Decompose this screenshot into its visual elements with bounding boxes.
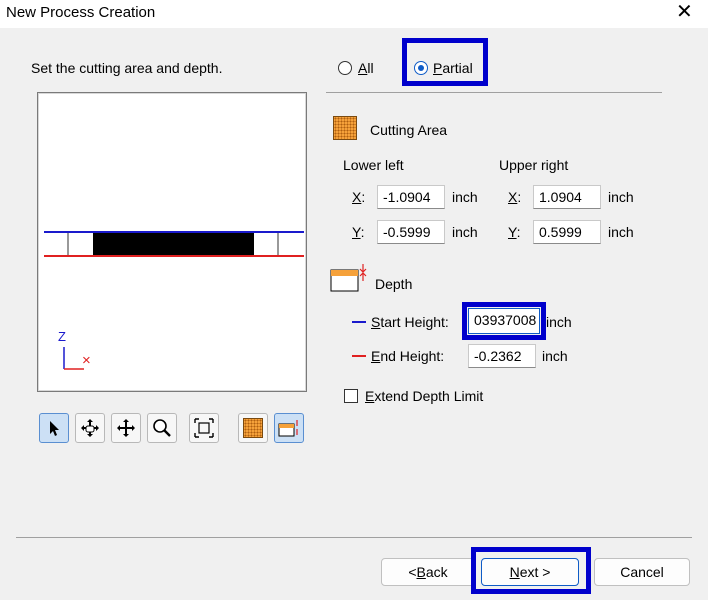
window-title: New Process Creation <box>6 4 156 21</box>
preview-drawing <box>44 231 304 370</box>
cutting-area-icon <box>333 116 357 140</box>
preview-canvas[interactable]: Z × <box>37 92 307 392</box>
pan-tool-button[interactable] <box>75 413 105 443</box>
upper-right-y-unit: inch <box>608 224 634 240</box>
all-label[interactable]: All <box>358 60 374 76</box>
axis-z-label: Z <box>58 329 66 344</box>
end-height-line-swatch <box>352 355 366 357</box>
extend-depth-label[interactable]: Extend Depth Limit <box>365 388 483 404</box>
lower-left-label: Lower left <box>343 157 404 173</box>
move-icon <box>117 419 135 437</box>
fit-tool-button[interactable] <box>189 413 219 443</box>
lower-left-y-label: Y: <box>352 224 365 240</box>
select-tool-button[interactable] <box>39 413 69 443</box>
axis-x-label: × <box>82 352 91 369</box>
upper-right-y-input[interactable]: 0.5999 <box>533 220 601 244</box>
upper-right-x-label: X: <box>508 189 522 205</box>
next-button[interactable]: Next > <box>481 558 579 586</box>
start-height-label: Start Height: <box>371 314 449 330</box>
extend-depth-checkbox[interactable] <box>344 389 358 403</box>
move-tool-button[interactable] <box>111 413 141 443</box>
cancel-button[interactable]: Cancel <box>594 558 690 586</box>
close-button[interactable]: ✕ <box>676 1 693 23</box>
lower-left-x-input[interactable]: -1.0904 <box>377 185 445 209</box>
top-separator <box>326 92 662 93</box>
upper-right-x-input[interactable]: 1.0904 <box>533 185 601 209</box>
all-radio[interactable] <box>338 61 352 75</box>
lower-left-x-label: X: <box>352 189 366 205</box>
lower-left-y-unit: inch <box>452 224 478 240</box>
end-height-unit: inch <box>542 348 568 364</box>
end-height-label: End Height: <box>371 348 445 364</box>
depth-icon <box>330 264 367 292</box>
bottom-separator <box>16 537 692 538</box>
lower-left-y-input[interactable]: -0.5999 <box>377 220 445 244</box>
cutting-area-tool-button[interactable] <box>238 413 268 443</box>
zoom-tool-button[interactable] <box>147 413 177 443</box>
partial-radio[interactable] <box>414 61 428 75</box>
depth-icon <box>278 420 298 437</box>
start-height-unit: inch <box>546 314 572 330</box>
depth-tool-button[interactable] <box>274 413 304 443</box>
back-button[interactable]: < Back <box>381 558 475 586</box>
zoom-icon <box>153 419 171 437</box>
part-block <box>93 233 254 255</box>
upper-right-label: Upper right <box>499 157 569 173</box>
pan-icon <box>81 419 99 437</box>
start-height-input[interactable]: 03937008 <box>468 308 540 334</box>
depth-label: Depth <box>375 276 413 292</box>
upper-right-x-unit: inch <box>608 189 634 205</box>
cutting-area-label: Cutting Area <box>370 122 448 138</box>
upper-right-y-label: Y: <box>508 224 521 240</box>
cutting-area-icon <box>243 418 263 438</box>
instruction-text: Set the cutting area and depth. <box>31 60 223 76</box>
fit-icon <box>194 418 214 438</box>
select-icon <box>50 421 59 436</box>
partial-label[interactable]: Partial <box>433 60 473 76</box>
end-height-input[interactable]: -0.2362 <box>468 344 536 368</box>
start-height-line-swatch <box>352 321 366 323</box>
lower-left-x-unit: inch <box>452 189 478 205</box>
